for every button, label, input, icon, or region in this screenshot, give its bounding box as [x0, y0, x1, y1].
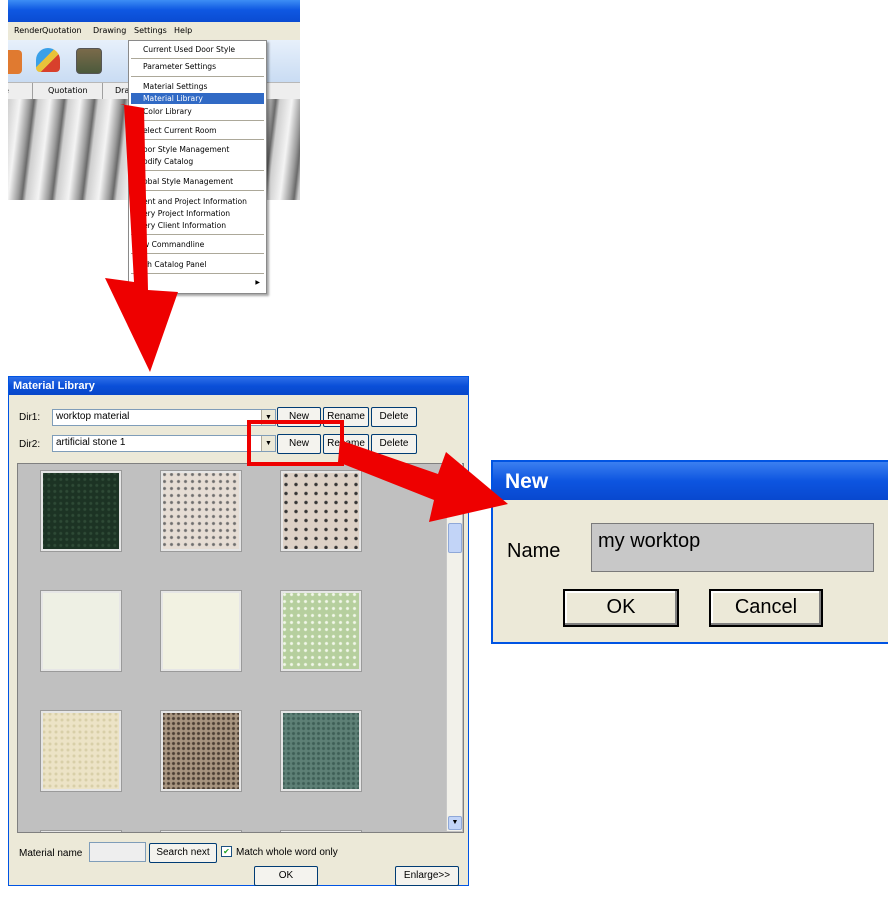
- red-arrow-2: [338, 440, 508, 522]
- annotation-overlay: [105, 104, 508, 522]
- red-arrow-1: [105, 104, 178, 372]
- red-highlight-box: [247, 420, 344, 466]
